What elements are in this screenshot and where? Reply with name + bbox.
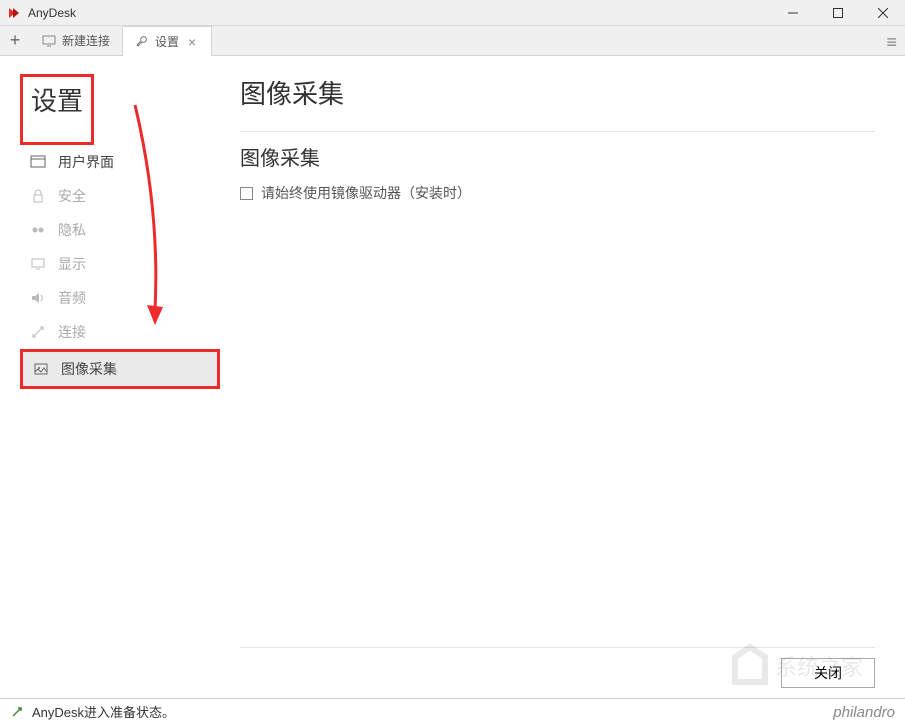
sidebar-item-label: 显示 xyxy=(58,254,86,274)
sidebar-item-label: 连接 xyxy=(58,322,86,342)
glasses-icon xyxy=(30,222,46,238)
spacer xyxy=(240,203,875,647)
wrench-icon xyxy=(135,35,149,49)
window-controls xyxy=(770,0,905,26)
ui-icon xyxy=(30,154,46,170)
sidebar-title: 设置 xyxy=(23,77,91,122)
button-row: 关闭 xyxy=(240,647,875,688)
sidebar-item-capture[interactable]: 图像采集 xyxy=(23,352,217,386)
highlight-box: 图像采集 xyxy=(20,349,220,389)
brand-label: philandro xyxy=(833,704,895,721)
checkbox-label: 请始终使用镜像驱动器（安装时） xyxy=(261,183,471,203)
lock-icon xyxy=(30,188,46,204)
sidebar-item-label: 图像采集 xyxy=(61,359,117,379)
section-title: 图像采集 xyxy=(240,131,875,171)
close-button[interactable]: 关闭 xyxy=(781,658,875,688)
sidebar: 设置 用户界面 安全 隐私 显示 音频 连接 图像采集 xyxy=(0,56,230,698)
sidebar-item-label: 隐私 xyxy=(58,220,86,240)
titlebar: AnyDesk xyxy=(0,0,905,26)
window-title: AnyDesk xyxy=(28,6,770,20)
checkbox-row[interactable]: 请始终使用镜像驱动器（安装时） xyxy=(240,183,875,203)
sidebar-item-security[interactable]: 安全 xyxy=(20,179,220,213)
monitor-icon xyxy=(42,34,56,48)
sidebar-item-connection[interactable]: 连接 xyxy=(20,315,220,349)
menu-button[interactable]: ≡ xyxy=(886,32,897,53)
statusbar: AnyDesk进入准备状态。 philandro xyxy=(0,698,905,724)
add-tab-button[interactable]: + xyxy=(0,26,30,56)
content-area: 设置 用户界面 安全 隐私 显示 音频 连接 图像采集 xyxy=(0,56,905,698)
sidebar-item-privacy[interactable]: 隐私 xyxy=(20,213,220,247)
maximize-button[interactable] xyxy=(815,0,860,26)
close-window-button[interactable] xyxy=(860,0,905,26)
tab-settings[interactable]: 设置 × xyxy=(123,26,212,56)
connection-icon xyxy=(30,324,46,340)
display-icon xyxy=(30,256,46,272)
minimize-button[interactable] xyxy=(770,0,815,26)
sidebar-item-label: 用户界面 xyxy=(58,152,114,172)
checkbox-icon[interactable] xyxy=(240,187,253,200)
sidebar-item-label: 安全 xyxy=(58,186,86,206)
sidebar-item-audio[interactable]: 音频 xyxy=(20,281,220,315)
main-panel: 图像采集 图像采集 请始终使用镜像驱动器（安装时） 关闭 xyxy=(230,56,905,698)
tab-label: 设置 xyxy=(155,33,179,50)
speaker-icon xyxy=(30,290,46,306)
tabbar: + 新建连接 设置 × ≡ xyxy=(0,26,905,56)
tab-label: 新建连接 xyxy=(62,32,110,49)
sidebar-item-ui[interactable]: 用户界面 xyxy=(20,145,220,179)
image-icon xyxy=(33,361,49,377)
app-logo-icon xyxy=(6,5,22,21)
sidebar-item-label: 音频 xyxy=(58,288,86,308)
status-text: AnyDesk进入准备状态。 xyxy=(32,702,175,721)
status-icon xyxy=(10,705,24,719)
sidebar-item-display[interactable]: 显示 xyxy=(20,247,220,281)
highlight-box: 设置 xyxy=(20,74,94,145)
close-tab-icon[interactable]: × xyxy=(185,35,199,49)
page-title: 图像采集 xyxy=(240,74,875,111)
tab-new-connection[interactable]: 新建连接 xyxy=(30,27,123,55)
